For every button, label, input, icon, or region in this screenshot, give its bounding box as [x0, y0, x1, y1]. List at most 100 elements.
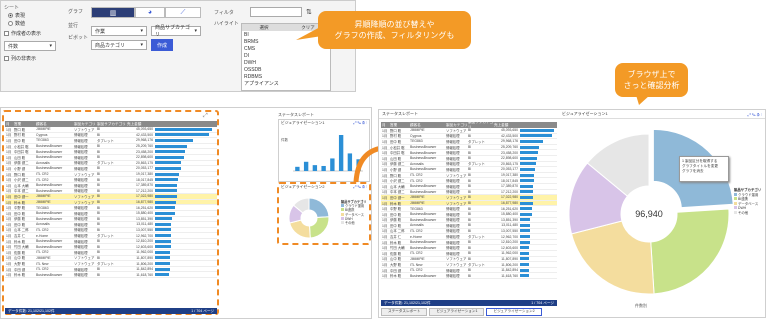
value-bar: [155, 267, 170, 271]
toolbar-icons[interactable]: ⤢ ✎ ⚙ ⋮: [353, 121, 367, 126]
table-cell: 1月: [6, 155, 12, 160]
table-cell: 情報処理: [74, 273, 88, 278]
table-cell: 中田井 聡: [390, 151, 405, 156]
table-cell: 1月: [6, 256, 12, 261]
count-select[interactable]: 件数 ▾: [4, 41, 56, 51]
table-cell: 情報処理: [446, 212, 460, 217]
table-cell: BusinessBrowser: [36, 188, 63, 193]
tab-viz-2[interactable]: ビジュアライゼーション2: [486, 308, 542, 316]
table-cell: 25,209,760: [501, 145, 518, 150]
table-cell: 1月: [6, 222, 12, 227]
field-select-1[interactable]: 作業 ▾: [91, 26, 147, 36]
toolbar-icons[interactable]: ⤢ ✎ ⚙ ⋮: [748, 112, 762, 117]
field-select-3[interactable]: 商品カテゴリ ▾: [91, 40, 147, 50]
filter-item[interactable]: RDBMS: [244, 74, 328, 81]
table-cell: 16,877,980: [136, 200, 153, 205]
context-menu-item[interactable]: グラフを消去: [682, 169, 726, 174]
tab-viz-1[interactable]: ビジュアライゼーション1: [429, 308, 485, 316]
bar[interactable]: [321, 165, 326, 171]
legend-item[interactable]: その他: [734, 210, 761, 216]
table-cell: 情報処理: [446, 235, 460, 240]
table-cell: 小松井 聡: [14, 144, 29, 149]
table-cell: BI: [468, 201, 472, 206]
filter-item[interactable]: BRMS: [244, 39, 328, 46]
table-cell: 1月: [382, 229, 388, 234]
table-cell: 吉井 仁: [390, 235, 402, 240]
filter-item[interactable]: DWH: [244, 60, 328, 67]
pie-slice[interactable]: [570, 220, 655, 295]
value-bar-cell: [153, 256, 215, 260]
expand-icon[interactable]: ⤢: [203, 113, 208, 120]
table-row[interactable]: 1月 鈴木 聡 BusinessBrowser 情報処理 BI 11,618,760: [5, 272, 217, 279]
table-cell: 1月: [382, 184, 388, 189]
table-cell: ソフトウェア: [446, 195, 467, 200]
filter-input[interactable]: [250, 7, 302, 17]
table-cell: 小沢 健二: [14, 178, 29, 183]
table-cell: ITL New: [410, 262, 423, 267]
table-cell: JIMMIPIE: [36, 200, 51, 205]
pie-slice[interactable]: [308, 216, 330, 239]
line-chart-type-button[interactable]: ⟋: [165, 7, 201, 18]
table-cell: 情報処理: [74, 245, 88, 250]
legend-item[interactable]: その他: [341, 221, 367, 225]
value-bar: [155, 133, 209, 137]
table-cell: BI: [97, 200, 101, 205]
table-row[interactable]: 1月 鈴木 聡 BusinessBrowser 情報処理 BI 11,618,760: [381, 273, 557, 280]
table-cell: 11,618,760: [136, 272, 153, 277]
filter-item[interactable]: OSSDB: [244, 67, 328, 74]
table-cell: 情報処理: [446, 274, 460, 279]
pie-chart-type-button[interactable]: ◕: [135, 7, 165, 18]
table-cell: 田中 聡: [390, 223, 402, 228]
filter-item[interactable]: CMS: [244, 46, 328, 53]
table-cell: 11,842,894: [501, 268, 518, 273]
table-cell: TEG863: [36, 205, 49, 210]
bar[interactable]: [330, 158, 335, 171]
bar-chart-type-button[interactable]: ▥: [91, 7, 135, 18]
bar[interactable]: [303, 161, 309, 171]
table-cell: BI: [468, 173, 472, 178]
filter-item[interactable]: アプライアンス: [244, 81, 328, 88]
table-cell: 1月: [6, 228, 12, 233]
table-cell: 情報処理: [74, 189, 88, 194]
chevron-down-icon: ▾: [140, 42, 143, 48]
sheet-option-0[interactable]: 表現: [8, 12, 25, 19]
table-cell: 佐藤 聡: [390, 251, 402, 256]
bar[interactable]: [312, 165, 318, 171]
show-author-checkbox[interactable]: 作成者の表示: [4, 30, 41, 37]
legend-swatch: [734, 192, 737, 196]
field-select-2[interactable]: 商品サブカテゴリ ▾: [151, 25, 201, 38]
tab-status-report[interactable]: ステータスレポート: [381, 308, 428, 316]
table-cell: 25,209,760: [136, 144, 153, 149]
table-cell: 情報処理: [74, 150, 88, 155]
value-bar: [155, 234, 172, 238]
pie-slice[interactable]: [650, 208, 730, 295]
table-cell: BusinessBrowser: [410, 167, 437, 172]
table-cell: BI: [468, 212, 472, 217]
table-cell: BusinessBrowser: [36, 211, 63, 216]
value-bar: [520, 162, 536, 166]
value-bar: [520, 207, 533, 211]
table-cell: 情報処理: [446, 167, 460, 172]
table-cell: e-Home: [36, 233, 49, 238]
table-cell: 12,810,200: [136, 239, 153, 244]
bar[interactable]: [295, 166, 300, 171]
select-header[interactable]: 選択: [242, 25, 286, 31]
table-cell: ITL New: [36, 261, 49, 266]
pie-slice[interactable]: [308, 197, 330, 219]
value-bar-cell: [518, 212, 556, 216]
value-bar-cell: [518, 162, 556, 166]
create-button[interactable]: 作成: [151, 39, 173, 51]
table-cell: ITL CR2: [410, 228, 423, 233]
az-sort-icon[interactable]: ⇅: [306, 8, 312, 16]
table-cell: 情報処理: [74, 250, 88, 255]
table-cell: タブレット: [468, 162, 485, 167]
table-cell: 45,093,650: [136, 127, 153, 132]
table-cell: BI: [468, 206, 472, 211]
sheet-option-1[interactable]: 数値: [8, 20, 25, 27]
filter-item[interactable]: DI: [244, 53, 328, 60]
value-bar: [155, 155, 184, 159]
table-cell: 1月: [382, 246, 388, 251]
bar[interactable]: [338, 135, 344, 171]
table-cell: 情報処理: [446, 134, 460, 139]
hide-columns-checkbox[interactable]: 列の非表示: [4, 55, 36, 62]
